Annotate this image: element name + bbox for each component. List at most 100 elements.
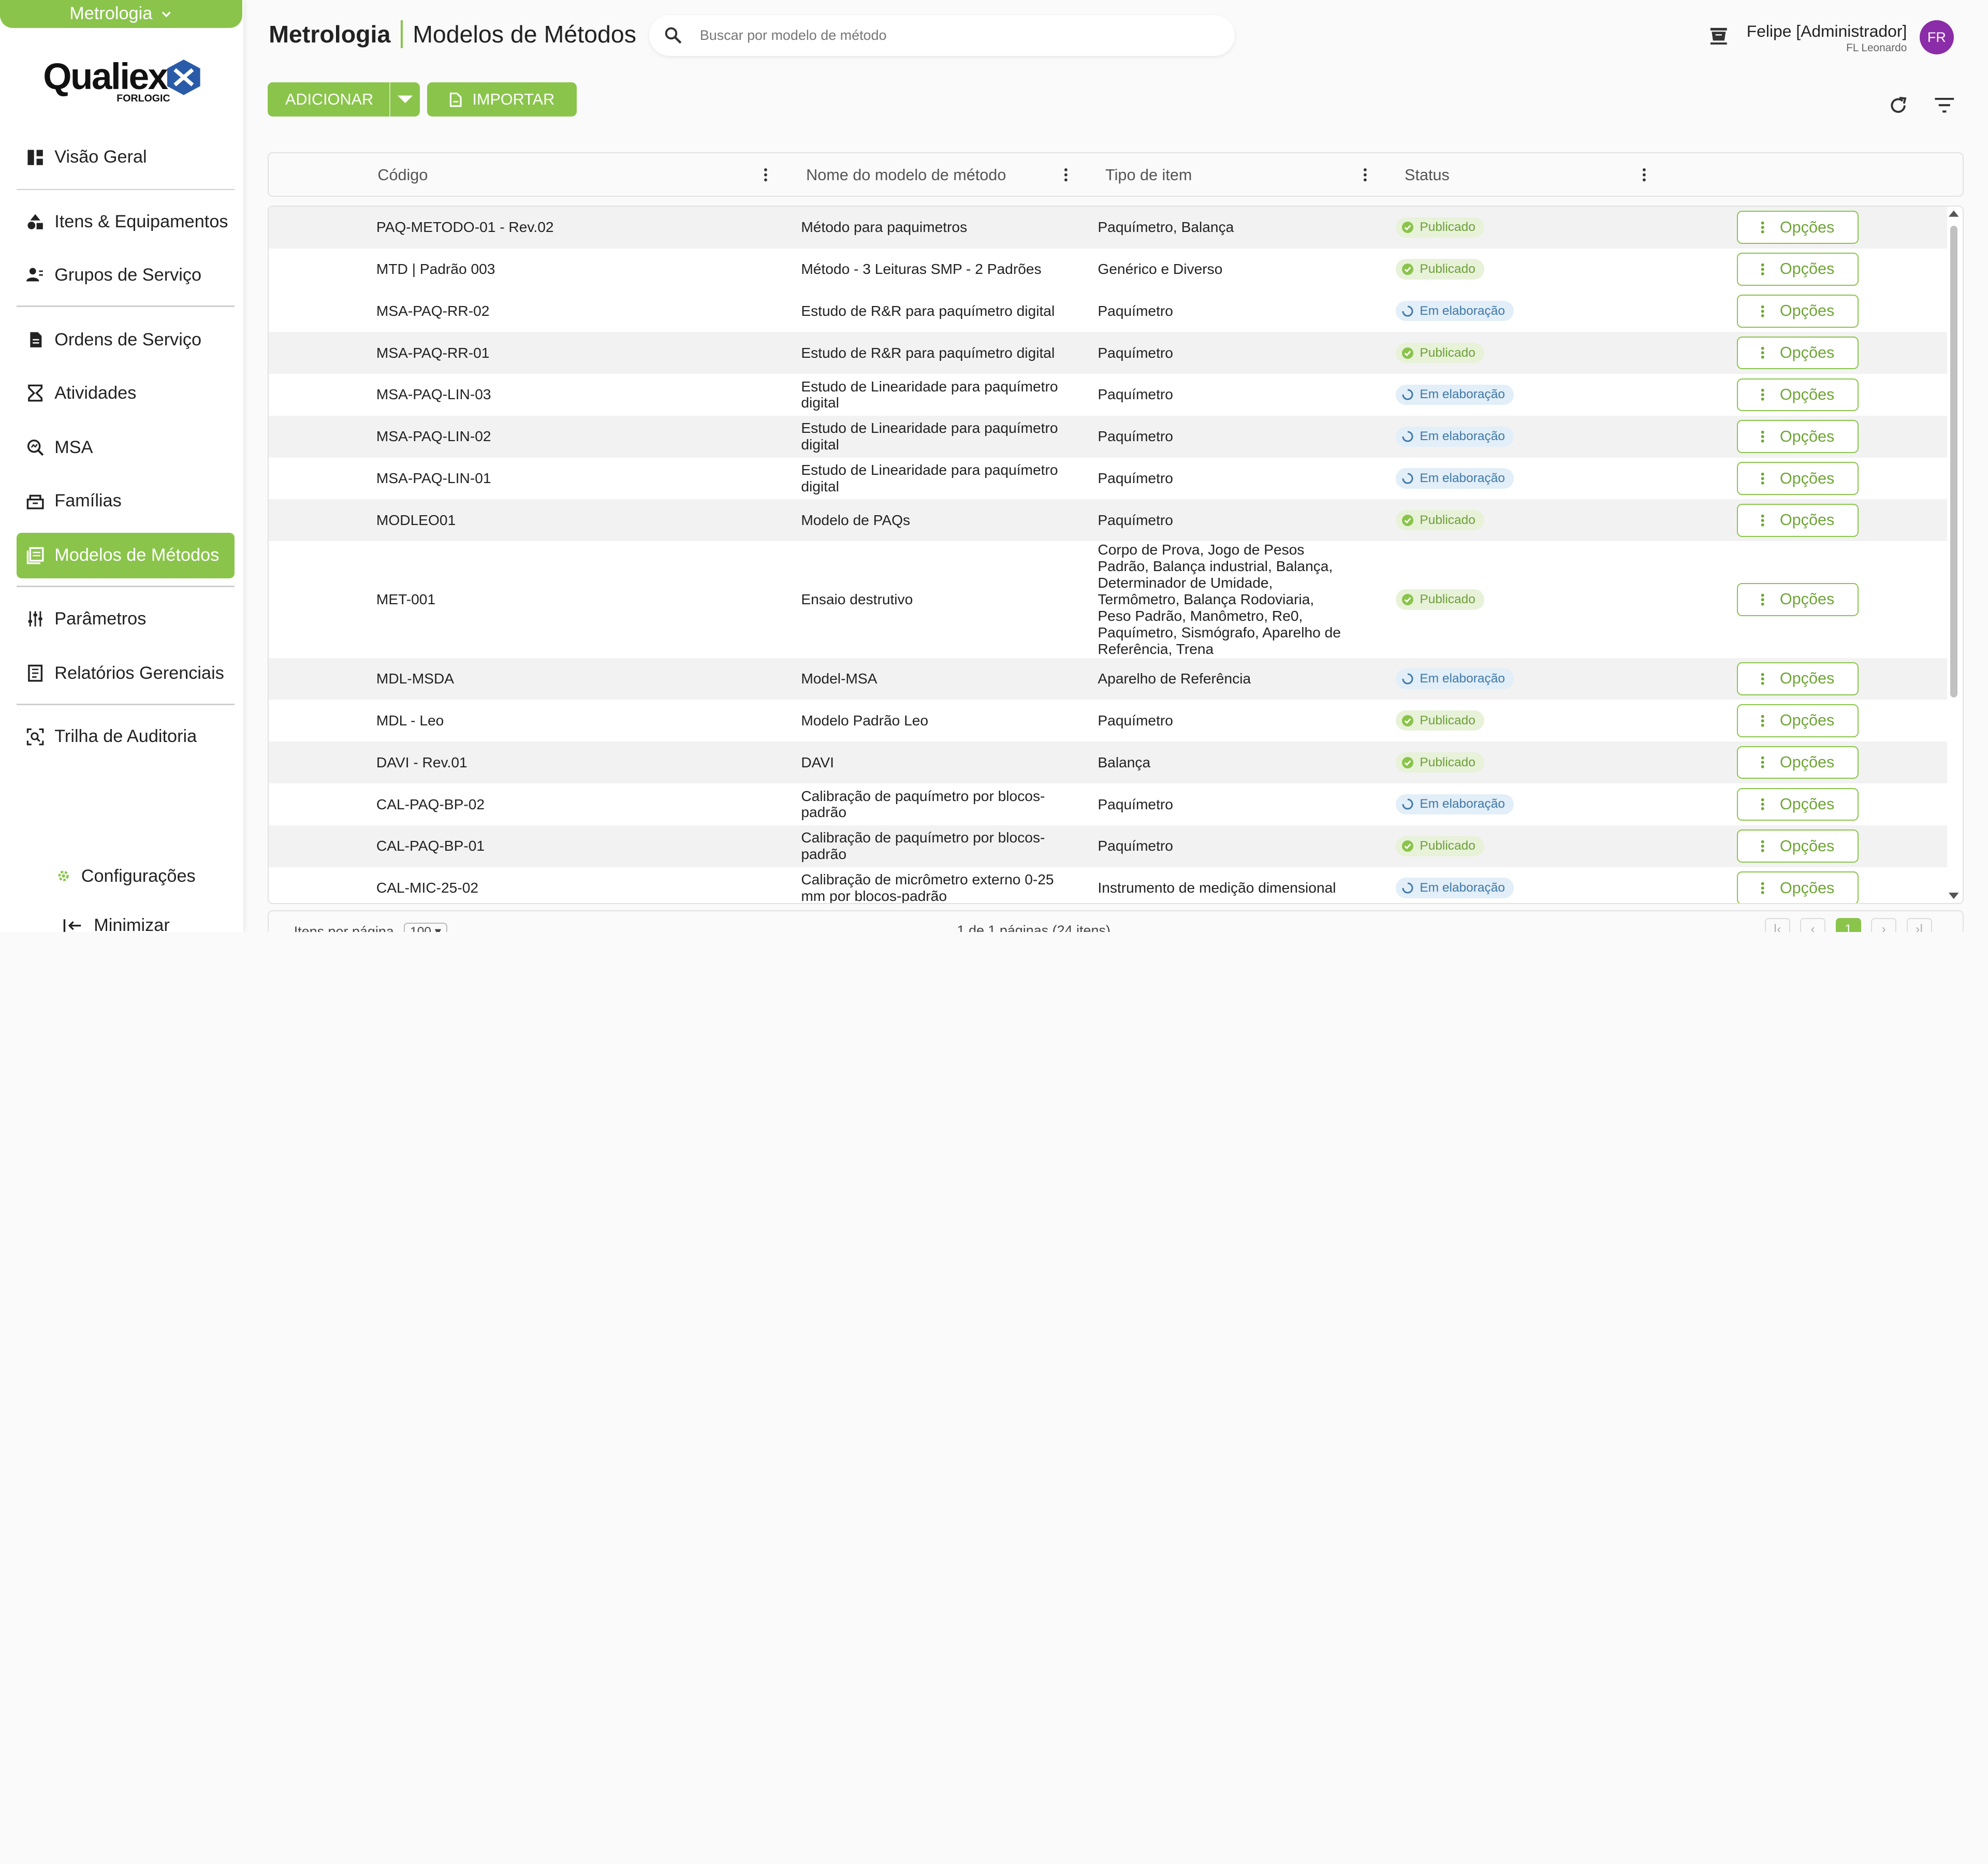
sidebar-item-atividades[interactable]: Atividades [17,370,235,416]
column-title: Tipo de item [1105,166,1192,184]
items-per-page-select[interactable]: 100 ▾ [404,923,447,932]
first-page-button[interactable]: |‹ [1764,918,1790,932]
file-import-icon [450,92,462,107]
last-page-button[interactable]: ›| [1906,918,1932,932]
check-circle-icon [1402,715,1414,726]
options-button[interactable]: Opções [1736,871,1859,904]
prev-page-button[interactable]: ‹ [1800,918,1826,932]
current-page-button[interactable]: 1 [1835,918,1861,932]
column-header-code[interactable]: Código [377,153,428,198]
options-button[interactable]: Opções [1736,336,1859,370]
refresh-icon[interactable] [1888,95,1908,115]
cell-type: Paquímetro [1098,838,1173,854]
status-label: Em elaboração [1420,881,1505,895]
app: Metrologia Qualiex FORLOGIC Visão Geral … [0,0,1988,932]
sidebar-item-parametros[interactable]: Parâmetros [17,596,235,642]
options-button[interactable]: Opções [1736,788,1859,821]
sidebar-item-label: Visão Geral [54,147,147,167]
vertical-scrollbar[interactable] [1946,207,1961,903]
table-row[interactable]: MSA-PAQ-RR-01 Estudo de R&R para paquímet… [268,332,1948,374]
sidebar-item-ordens-servico[interactable]: Ordens de Serviço [17,317,235,362]
avatar[interactable]: FR [1919,20,1954,55]
scroll-up-arrow-icon[interactable] [1949,209,1959,217]
page-info: 1 de 1 páginas (24 itens) [957,923,1110,932]
tune-icon [28,611,43,627]
options-button[interactable]: Opções [1736,746,1859,779]
add-dropdown-toggle[interactable] [390,94,419,105]
status-badge: Publicado [1395,752,1485,773]
options-button[interactable]: Opções [1736,583,1859,616]
options-label: Opções [1779,302,1835,320]
scroll-down-arrow-icon[interactable] [1949,893,1959,900]
options-button[interactable]: Opções [1736,378,1859,412]
module-selector-label: Metrologia [69,4,153,24]
column-header-type[interactable]: Tipo de item [1105,153,1192,198]
settings-label: Configurações [81,866,196,886]
cell-code: MDL - Leo [376,712,444,729]
divider [16,305,235,307]
divider [16,586,235,587]
table-row[interactable]: MSA-PAQ-LIN-01 Estudo de Linearidade para… [269,458,1947,500]
sidebar-item-relatorios[interactable]: Relatórios Gerenciais [17,650,235,696]
sidebar-item-modelos-metodos[interactable]: Modelos de Métodos [16,532,235,578]
cell-type: Corpo de Prova, Jogo de Pesos Padrão, Ba… [1098,542,1341,657]
import-button-label: IMPORTAR [472,90,555,108]
column-menu-icon[interactable] [1063,167,1069,182]
coffee-cup-icon[interactable] [1708,25,1730,47]
scrollbar-thumb[interactable] [1950,225,1958,697]
options-button[interactable]: Opções [1736,420,1859,454]
cell-code: CAL-MIC-25-02 [376,880,479,896]
table-row[interactable]: PAQ-METODO-01 - Rev.02 Método para paquim… [268,206,1948,249]
sidebar-item-trilha-auditoria[interactable]: Trilha de Auditoria [17,714,235,760]
filter-icon[interactable] [1934,96,1955,114]
cell-status: Publicado [1395,332,1485,374]
pagination: |‹ ‹ 1 › ›| [1764,918,1932,932]
cell-type: Genérico e Diverso [1098,261,1223,278]
options-button[interactable]: Opções [1736,662,1859,695]
options-button[interactable]: Opções [1736,294,1859,328]
options-button[interactable]: Opções [1736,504,1859,537]
column-header-name[interactable]: Nome do modelo de método [806,153,1006,198]
status-label: Publicado [1420,755,1475,769]
column-menu-icon[interactable] [763,167,768,182]
caret-down-icon [397,95,413,104]
import-button[interactable]: IMPORTAR [427,82,577,117]
table-row[interactable]: MSA-PAQ-LIN-03 Estudo de Linearidade para… [269,374,1947,416]
table-row[interactable]: CAL-PAQ-BP-01 Calibração de paquímetro po… [268,825,1948,867]
table-row[interactable]: MODLEO01 Modelo de PAQs Paquímetro Publicad… [268,499,1948,542]
sidebar-item-grupos-servico[interactable]: Grupos de Serviço [17,252,235,298]
options-button[interactable]: Opções [1736,253,1859,286]
table-row[interactable]: MSA-PAQ-LIN-02 Estudo de Linearidade para… [268,415,1948,458]
options-button[interactable]: Opções [1736,829,1859,863]
more-vert-icon [1761,388,1764,401]
settings-link[interactable]: Configurações [56,866,196,886]
minimize-button[interactable]: Minimizar [63,915,170,932]
cell-name: Calibração de paquímetro por blocos-padr… [801,829,1045,863]
table-row[interactable]: MTD | Padrão 003 Método - 3 Leituras SMP … [269,249,1947,290]
table-row[interactable]: CAL-PAQ-BP-02 Calibração de paquímetro po… [269,783,1947,825]
table-row[interactable]: MDL-MSDA Model-MSA Aparelho de Referência E… [268,658,1948,700]
sidebar-item-familias[interactable]: Famílias [17,478,235,523]
next-page-button[interactable]: › [1871,918,1897,932]
sidebar-item-itens-equipamentos[interactable]: Itens & Equipamentos [17,199,235,244]
divider [16,188,235,191]
sidebar-item-msa[interactable]: MSA [17,425,235,470]
column-menu-icon[interactable] [1363,167,1368,182]
column-menu-icon[interactable] [1642,167,1647,182]
table-row[interactable]: MSA-PAQ-RR-02 Estudo de R&R para paquímet… [269,290,1947,332]
add-button[interactable]: ADICIONAR [267,82,420,117]
options-button[interactable]: Opções [1736,211,1859,244]
options-button[interactable]: Opções [1736,704,1859,737]
user-info[interactable]: Felipe [Administrador] FL Leonardo [1747,22,1907,54]
search-input[interactable] [699,27,1182,44]
table-row[interactable]: DAVI - Rev.01 DAVI Balança Publicado Opções [268,741,1948,784]
options-button[interactable]: Opções [1736,462,1859,495]
status-label: Publicado [1420,220,1475,235]
module-selector[interactable]: Metrologia [0,0,242,28]
table-row[interactable]: MET-001 Ensaio destrutivo Corpo de Prova, … [269,541,1947,658]
options-label: Opções [1779,427,1835,445]
column-header-status[interactable]: Status [1405,153,1450,198]
table-row[interactable]: MDL - Leo Modelo Padrão Leo Paquímetro Publ… [269,700,1947,741]
table-row[interactable]: CAL-MIC-25-02 Calibração de micrômetro ex… [269,867,1947,904]
sidebar-item-visao-geral[interactable]: Visão Geral [17,135,235,180]
